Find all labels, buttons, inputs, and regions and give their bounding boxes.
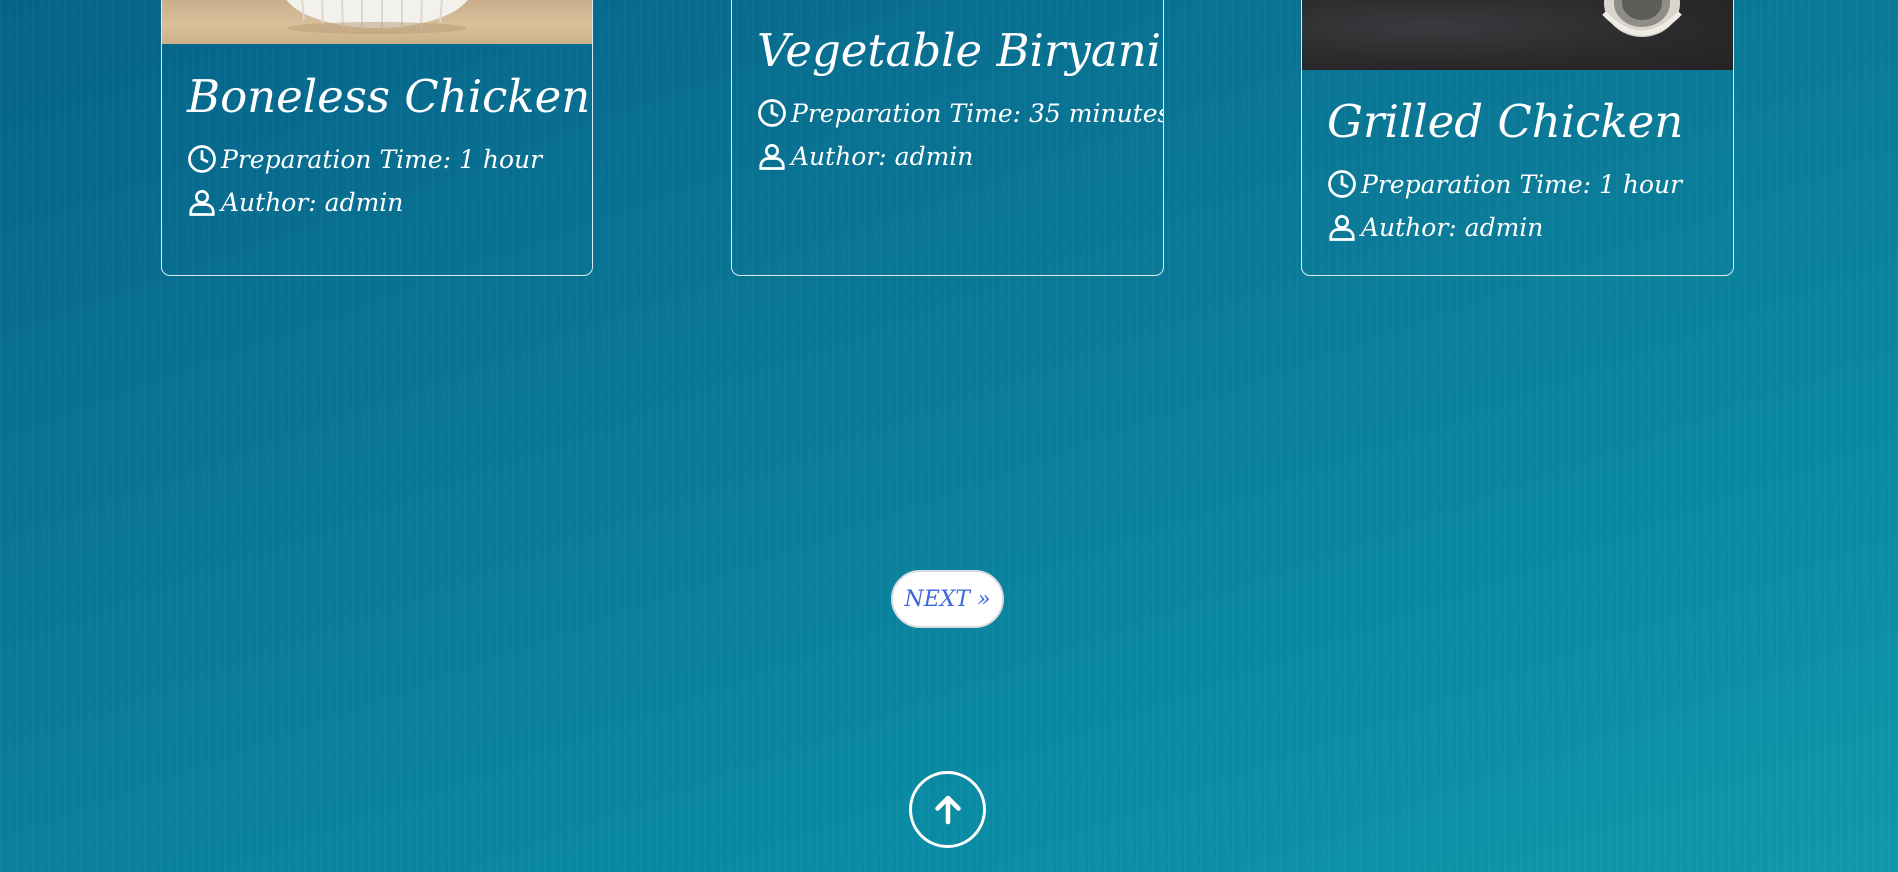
user-icon (189, 190, 215, 216)
arrow-up-icon (934, 795, 961, 824)
recipe-card-vegetable-biryani[interactable]: Vegetable Biryani Preparation Time: 35 m… (731, 0, 1164, 276)
recipe-title[interactable]: Vegetable Biryani (757, 28, 1161, 73)
next-page-button[interactable]: NEXT » (891, 570, 1004, 628)
author: Author: admin (187, 187, 403, 217)
recipe-card-boneless-chicken[interactable]: Boneless Chicken Preparation Time: 1 hou… (161, 0, 593, 276)
prep-time-text: Preparation Time: 1 hour (221, 144, 543, 174)
recipe-image-boneless-chicken[interactable] (162, 0, 592, 44)
author: Author: admin (757, 141, 973, 171)
recipe-card-grilled-chicken[interactable]: Grilled Chicken Preparation Time: 1 hour… (1301, 0, 1734, 276)
clock-icon (1328, 170, 1356, 198)
prep-time: Preparation Time: 1 hour (1327, 169, 1682, 199)
author-text: Author: admin (221, 187, 404, 217)
prep-time-text: Preparation Time: 1 hour (1361, 169, 1683, 199)
author: Author: admin (1327, 212, 1543, 242)
recipe-image-grilled-chicken[interactable] (1302, 0, 1733, 70)
prep-time: Preparation Time: 1 hour (187, 144, 542, 174)
recipe-title[interactable]: Boneless Chicken (187, 74, 590, 119)
prep-time-text: Preparation Time: 35 minutes (791, 98, 1164, 128)
recipe-title[interactable]: Grilled Chicken (1327, 99, 1683, 144)
clock-icon (758, 99, 786, 127)
clock-icon (188, 145, 216, 173)
user-icon (1329, 215, 1355, 241)
prep-time: Preparation Time: 35 minutes (757, 98, 1164, 128)
user-icon (759, 144, 785, 170)
author-text: Author: admin (1361, 212, 1544, 242)
scroll-to-top-button[interactable] (909, 771, 986, 848)
author-text: Author: admin (791, 141, 974, 171)
